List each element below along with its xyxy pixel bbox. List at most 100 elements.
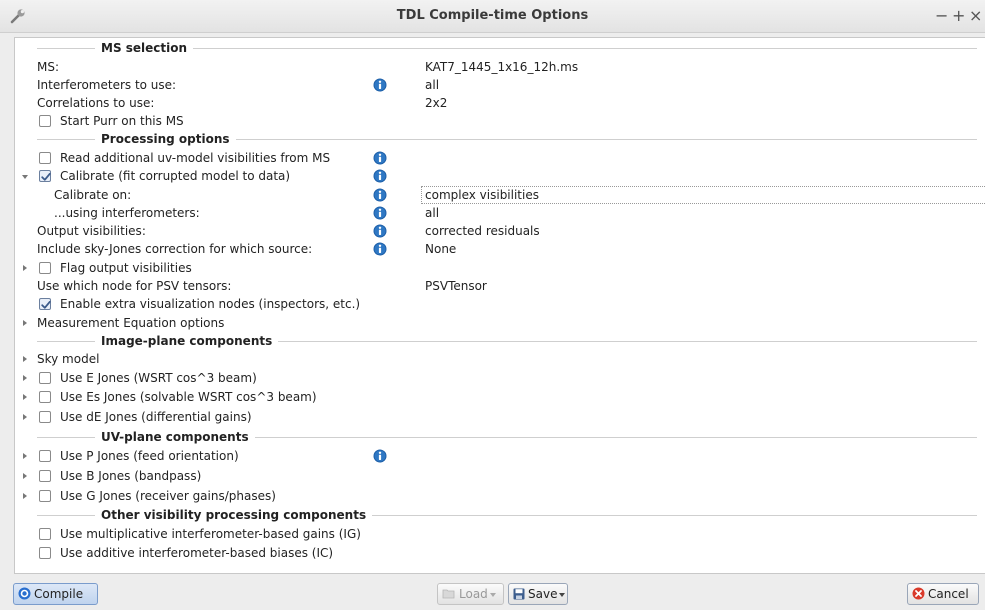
option-label: Flag output visibilities [60, 261, 192, 275]
option-e-jones[interactable]: Use E Jones (WSRT cos^3 beam) [15, 369, 985, 388]
option-label: Use G Jones (receiver gains/phases) [60, 489, 276, 503]
read-uv-model-checkbox[interactable] [39, 152, 51, 164]
option-using-interferometers[interactable]: ...using interferometers: all [15, 204, 985, 223]
section-uv-plane: UV-plane components [15, 428, 985, 447]
option-output-visibilities[interactable]: Output visibilities: corrected residuals [15, 222, 985, 241]
option-value[interactable]: corrected residuals [425, 222, 540, 241]
option-label: Measurement Equation options [37, 316, 225, 330]
minimize-button[interactable]: − [935, 6, 948, 25]
cancel-button[interactable]: Cancel [907, 583, 979, 605]
folder-icon [442, 589, 455, 598]
option-correlations[interactable]: Correlations to use: 2x2 [15, 94, 985, 113]
option-calibrate-on[interactable]: Calibrate on: complex visibilities [15, 186, 985, 205]
checkmark-icon [40, 299, 52, 311]
option-value[interactable]: None [425, 240, 456, 259]
floppy-disk-icon [513, 588, 525, 599]
section-title: UV-plane components [95, 428, 255, 447]
option-value[interactable]: all [425, 204, 439, 223]
ic-biases-checkbox[interactable] [39, 547, 51, 559]
chevron-down-icon [489, 592, 496, 597]
close-button[interactable]: × [969, 6, 982, 25]
option-value[interactable]: KAT7_1445_1x16_12h.ms [425, 58, 578, 77]
cancel-icon [912, 587, 925, 600]
info-icon[interactable] [373, 169, 387, 183]
flag-output-checkbox[interactable] [39, 262, 51, 274]
section-processing-options: Processing options [15, 130, 985, 149]
option-calibrate[interactable]: Calibrate (fit corrupted model to data) [15, 167, 985, 186]
info-icon[interactable] [373, 188, 387, 202]
b-jones-checkbox[interactable] [39, 470, 51, 482]
option-label: Read additional uv-model visibilities fr… [60, 151, 331, 165]
option-b-jones[interactable]: Use B Jones (bandpass) [15, 467, 985, 486]
compile-button[interactable]: Compile [13, 583, 98, 605]
option-ig-gains[interactable]: Use multiplicative interferometer-based … [15, 525, 985, 544]
option-value[interactable]: all [425, 76, 439, 95]
option-psv-node[interactable]: Use which node for PSV tensors: PSVTenso… [15, 277, 985, 296]
e-jones-checkbox[interactable] [39, 372, 51, 384]
save-button[interactable]: Save [508, 583, 568, 605]
section-title: MS selection [95, 39, 194, 58]
collapse-arrow-icon[interactable] [22, 175, 28, 179]
option-interferometers[interactable]: Interferometers to use: all [15, 76, 985, 95]
option-meq-options[interactable]: Measurement Equation options [15, 314, 985, 333]
info-icon[interactable] [373, 206, 387, 220]
window-title: TDL Compile-time Options [396, 8, 589, 23]
expand-arrow-icon[interactable] [23, 356, 27, 362]
option-label: Sky model [37, 352, 100, 366]
option-de-jones[interactable]: Use dE Jones (differential gains) [15, 408, 985, 427]
option-label: Include sky-Jones correction for which s… [37, 242, 313, 256]
option-label: Use Es Jones (solvable WSRT cos^3 beam) [60, 390, 317, 404]
option-read-uv-model[interactable]: Read additional uv-model visibilities fr… [15, 149, 985, 168]
option-extra-visualization[interactable]: Enable extra visualization nodes (inspec… [15, 295, 985, 314]
compile-label: Compile [34, 587, 84, 601]
option-value[interactable]: 2x2 [425, 94, 447, 113]
expand-arrow-icon[interactable] [23, 394, 27, 400]
option-label: Use B Jones (bandpass) [60, 469, 202, 483]
option-label: Correlations to use: [37, 96, 155, 110]
option-start-purr[interactable]: Start Purr on this MS [15, 112, 985, 131]
expand-arrow-icon[interactable] [23, 493, 27, 499]
option-flag-output[interactable]: Flag output visibilities [15, 259, 985, 278]
expand-arrow-icon[interactable] [23, 453, 27, 459]
extra-visualization-checkbox[interactable] [39, 298, 51, 310]
option-label: MS: [37, 60, 60, 74]
section-title: Image-plane components [95, 332, 279, 351]
expand-arrow-icon[interactable] [23, 320, 27, 326]
option-label: Use P Jones (feed orientation) [60, 449, 239, 463]
expand-arrow-icon[interactable] [23, 473, 27, 479]
section-title: Other visibility processing components [95, 506, 373, 525]
option-p-jones[interactable]: Use P Jones (feed orientation) [15, 447, 985, 466]
load-button[interactable]: Load [437, 583, 504, 605]
de-jones-checkbox[interactable] [39, 411, 51, 423]
expand-arrow-icon[interactable] [23, 265, 27, 271]
option-value[interactable]: complex visibilities [425, 186, 539, 205]
option-label: Use which node for PSV tensors: [37, 279, 232, 293]
ig-gains-checkbox[interactable] [39, 528, 51, 540]
options-tree: MS selection MS: KAT7_1445_1x16_12h.ms I… [14, 37, 985, 574]
g-jones-checkbox[interactable] [39, 490, 51, 502]
option-label: Calibrate (fit corrupted model to data) [60, 169, 291, 183]
info-icon[interactable] [373, 78, 387, 92]
option-value[interactable]: PSVTensor [425, 277, 487, 296]
option-sky-jones-correction[interactable]: Include sky-Jones correction for which s… [15, 240, 985, 259]
expand-arrow-icon[interactable] [23, 375, 27, 381]
section-image-plane: Image-plane components [15, 332, 985, 351]
option-es-jones[interactable]: Use Es Jones (solvable WSRT cos^3 beam) [15, 388, 985, 407]
option-ms[interactable]: MS: KAT7_1445_1x16_12h.ms [15, 58, 985, 77]
section-ms-selection: MS selection [15, 39, 985, 58]
option-sky-model[interactable]: Sky model [15, 350, 985, 369]
p-jones-checkbox[interactable] [39, 450, 51, 462]
cancel-label: Cancel [928, 587, 969, 601]
maximize-button[interactable]: + [952, 6, 965, 25]
info-icon[interactable] [373, 449, 387, 463]
info-icon[interactable] [373, 242, 387, 256]
option-g-jones[interactable]: Use G Jones (receiver gains/phases) [15, 487, 985, 506]
info-icon[interactable] [373, 151, 387, 165]
start-purr-checkbox[interactable] [39, 115, 51, 127]
info-icon[interactable] [373, 224, 387, 238]
es-jones-checkbox[interactable] [39, 391, 51, 403]
section-title: Processing options [95, 130, 236, 149]
calibrate-checkbox[interactable] [39, 170, 51, 182]
option-ic-biases[interactable]: Use additive interferometer-based biases… [15, 544, 985, 563]
expand-arrow-icon[interactable] [23, 414, 27, 420]
